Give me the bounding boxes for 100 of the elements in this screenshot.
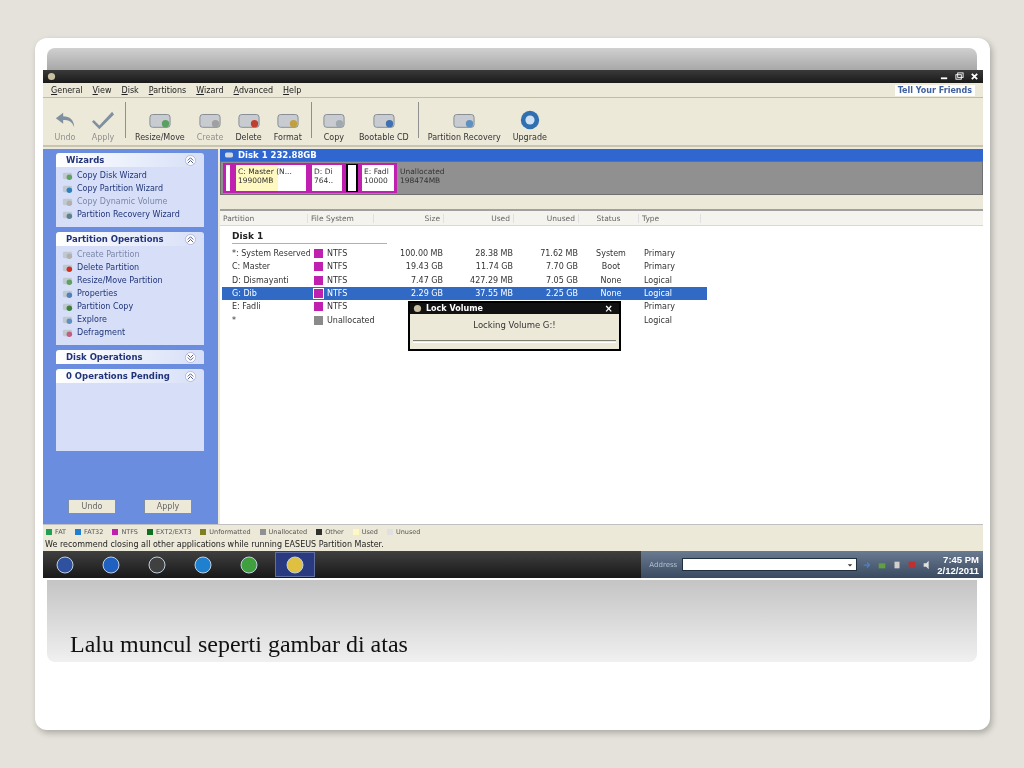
drive-icon bbox=[62, 288, 73, 299]
table-cell: NTFS bbox=[327, 275, 348, 285]
sidebar-button[interactable]: Undo bbox=[68, 499, 116, 514]
table-cell-text: Primary bbox=[643, 302, 676, 312]
menu-item[interactable]: Wizard bbox=[196, 85, 224, 95]
table-cell-text: 19.43 GB bbox=[404, 262, 444, 272]
table-cell: NTFS bbox=[327, 302, 348, 312]
close-button[interactable]: × bbox=[604, 303, 613, 314]
table-cell-text: G: Dib bbox=[231, 289, 258, 299]
toolbar-button[interactable]: Partition Recovery bbox=[424, 109, 504, 142]
sidebar-item[interactable]: Properties bbox=[62, 287, 200, 300]
table-cell-text: C: Master bbox=[231, 262, 272, 272]
drive-icon bbox=[62, 209, 73, 220]
table-cell-text: 7.05 GB bbox=[544, 275, 579, 285]
table-cell-text: *: System Reserved bbox=[231, 249, 310, 259]
sidebar-item[interactable]: Copy Disk Wizard bbox=[62, 169, 200, 182]
menu-item[interactable]: General bbox=[51, 85, 83, 95]
dropdown-arrow-icon[interactable] bbox=[847, 561, 854, 568]
drive-icon bbox=[62, 275, 73, 286]
table-cell-text: Logical bbox=[643, 275, 674, 285]
close-icon[interactable] bbox=[970, 72, 979, 81]
table-cell: NTFS bbox=[327, 249, 348, 259]
app-icon bbox=[413, 304, 422, 313]
sidebar-item[interactable]: Partition Recovery Wizard bbox=[62, 208, 200, 221]
menu-item[interactable]: Advanced bbox=[233, 85, 274, 95]
drive-icon bbox=[62, 314, 73, 325]
tell-friends-link[interactable]: Tell Your Friends bbox=[894, 84, 975, 96]
circle-icon bbox=[239, 554, 259, 575]
table-cell-text: None bbox=[599, 289, 623, 299]
table-cell-text: Logical bbox=[643, 289, 674, 299]
menu-item[interactable]: Disk bbox=[121, 85, 139, 95]
dialog-title: Lock Volume bbox=[426, 304, 483, 313]
taskbar-button[interactable] bbox=[275, 552, 315, 577]
collapse-icon[interactable] bbox=[185, 154, 196, 166]
table-cell: Unallocated bbox=[327, 315, 375, 325]
circle-icon bbox=[147, 554, 167, 575]
app-icon bbox=[47, 72, 56, 81]
drive-icon bbox=[62, 249, 73, 260]
plug-icon[interactable] bbox=[892, 559, 903, 570]
panel-header[interactable]: Disk Operations bbox=[56, 350, 204, 364]
table-cell: NTFS bbox=[327, 262, 348, 272]
panel-header[interactable]: Wizards bbox=[56, 153, 204, 167]
disk-title: Disk 1 232.88GB bbox=[238, 150, 317, 160]
table-cell-text: 2.29 GB bbox=[409, 289, 444, 299]
table-cell-text: 7.70 GB bbox=[544, 262, 579, 272]
toolbar-button[interactable]: Resize/Move bbox=[132, 109, 188, 142]
clock[interactable]: 7:45 PM 2/12/2011 bbox=[937, 553, 979, 576]
table-cell-text: 37.55 MB bbox=[474, 289, 514, 299]
collapse-icon[interactable] bbox=[185, 351, 196, 363]
panel-header[interactable]: 0 Operations Pending bbox=[56, 369, 204, 383]
restore-icon[interactable] bbox=[955, 72, 964, 81]
status-message: We recommend closing all other applications while running EASEUS Partition Master. bbox=[44, 539, 385, 551]
table-cell-text: 28.38 MB bbox=[474, 249, 514, 259]
panel-header[interactable]: Partition Operations bbox=[56, 232, 204, 246]
table-cell-text: Primary bbox=[643, 249, 676, 259]
sidebar-item[interactable]: Defragment bbox=[62, 326, 200, 339]
table-cell-text: 100.00 MB bbox=[399, 249, 444, 259]
circle-icon bbox=[193, 554, 213, 575]
sidebar-item[interactable]: Delete Partition bbox=[62, 261, 200, 274]
drive-icon bbox=[62, 170, 73, 181]
disk-heading: Disk 1 bbox=[232, 229, 387, 244]
drive-icon bbox=[62, 301, 73, 312]
toolbar-button[interactable]: Bootable CD bbox=[355, 109, 412, 142]
table-cell-text: D: Dismayanti bbox=[231, 275, 290, 285]
slide-caption: Lalu muncul seperti gambar di atas bbox=[70, 631, 408, 658]
drive-icon bbox=[62, 262, 73, 273]
toolbar-button[interactable]: Delete bbox=[232, 109, 265, 142]
sidebar-item[interactable]: Partition Copy bbox=[62, 300, 200, 313]
partition-block[interactable] bbox=[345, 163, 359, 193]
toolbar-button[interactable]: Copy bbox=[317, 109, 350, 142]
dialog-message: Locking Volume G:! bbox=[472, 319, 557, 332]
table-cell-text: 2.25 GB bbox=[544, 289, 579, 299]
table-cell-text: 427.29 MB bbox=[469, 275, 514, 285]
table-cell-text: E: Fadli bbox=[231, 302, 262, 312]
table-cell-text: * bbox=[231, 315, 237, 325]
menu-item[interactable]: Help bbox=[283, 85, 302, 95]
table-cell: NTFS bbox=[327, 289, 348, 299]
collapse-icon[interactable] bbox=[185, 370, 196, 382]
drive-icon bbox=[62, 327, 73, 338]
toolbar-button[interactable]: Format bbox=[270, 109, 305, 142]
collapse-icon[interactable] bbox=[185, 233, 196, 245]
sidebar-item[interactable]: Copy Partition Wizard bbox=[62, 182, 200, 195]
sidebar-item[interactable]: Resize/Move Partition bbox=[62, 274, 200, 287]
drive-icon bbox=[62, 196, 73, 207]
table-cell-text: 7.47 GB bbox=[409, 275, 444, 285]
table-cell-text: System bbox=[595, 249, 627, 259]
menu-item[interactable]: Partitions bbox=[148, 85, 187, 95]
sidebar-item[interactable]: Explore bbox=[62, 313, 200, 326]
menu-item[interactable]: View bbox=[92, 85, 112, 95]
circle-icon bbox=[55, 554, 75, 575]
circle-icon bbox=[285, 554, 305, 575]
toolbar-button[interactable]: Upgrade bbox=[509, 109, 550, 142]
sidebar-button[interactable]: Apply bbox=[144, 499, 192, 514]
address-field[interactable] bbox=[682, 558, 858, 571]
table-cell-text: Boot bbox=[600, 262, 622, 272]
checkmark-icon bbox=[90, 109, 116, 131]
drive-icon bbox=[62, 183, 73, 194]
table-cell-text: Logical bbox=[643, 315, 674, 325]
circle-icon bbox=[101, 554, 121, 575]
table-cell-text: Primary bbox=[643, 262, 676, 272]
